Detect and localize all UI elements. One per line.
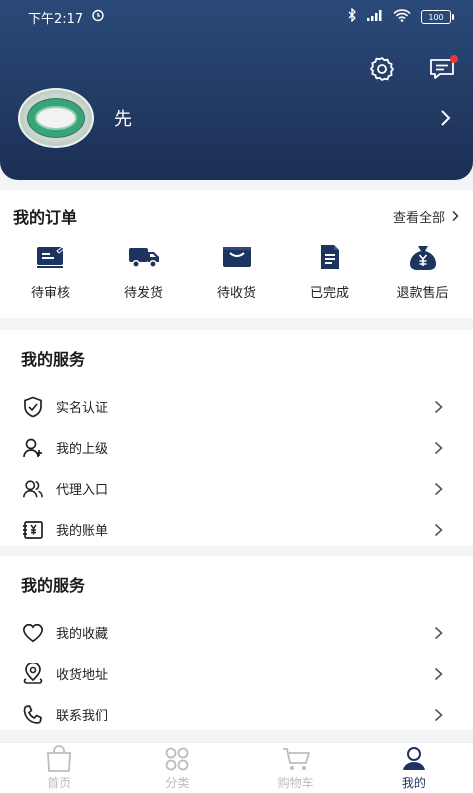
service-item-contact[interactable]: 联系我们 xyxy=(0,694,473,735)
tab-cart[interactable]: 购物车 xyxy=(246,745,346,791)
my-services-card: 我的服务 实名认证 我的上级 代理入口 我的账单 xyxy=(0,330,473,546)
bill-icon xyxy=(22,519,44,541)
my-services-card-2: 我的服务 我的收藏 收货地址 联系我们 xyxy=(0,556,473,730)
view-all-label: 查看全部 xyxy=(392,210,445,226)
service-item-agent[interactable]: 代理入口 xyxy=(0,468,473,509)
notification-dot xyxy=(450,55,458,63)
chevron-right-icon xyxy=(434,667,443,680)
service-item-verification[interactable]: 实名认证 xyxy=(0,386,473,427)
order-pending-review[interactable]: 待审核 xyxy=(8,242,94,301)
profile-icon xyxy=(399,745,429,773)
wifi-icon xyxy=(393,8,411,26)
review-icon xyxy=(34,242,68,272)
service-item-address[interactable]: 收货地址 xyxy=(0,653,473,694)
chevron-right-icon[interactable] xyxy=(435,108,455,128)
bag-icon xyxy=(44,745,74,773)
order-to-ship[interactable]: 待发货 xyxy=(101,242,187,301)
signal-icon xyxy=(367,9,383,25)
tab-category[interactable]: 分类 xyxy=(127,745,227,791)
order-to-receive[interactable]: 待收货 xyxy=(194,242,280,301)
service-item-superior[interactable]: 我的上级 xyxy=(0,427,473,468)
profile-header: 下午2:17 100 先 xyxy=(0,0,473,180)
profile-row[interactable]: 先 xyxy=(18,88,455,148)
tab-home[interactable]: 首页 xyxy=(9,745,109,791)
chevron-right-icon xyxy=(434,482,443,495)
bluetooth-icon xyxy=(348,7,357,26)
user-add-icon xyxy=(22,437,44,459)
money-bag-icon xyxy=(406,242,440,272)
heart-icon xyxy=(22,622,44,644)
chevron-right-icon xyxy=(434,626,443,639)
bottom-tab-bar: 首页 分类 购物车 我的 xyxy=(0,742,473,793)
service-item-bill[interactable]: 我的账单 xyxy=(0,509,473,550)
truck-icon xyxy=(127,242,161,272)
phone-icon xyxy=(22,704,44,726)
location-icon xyxy=(22,662,44,685)
battery-indicator: 100 xyxy=(421,10,454,24)
chevron-right-icon xyxy=(452,210,459,222)
chevron-right-icon xyxy=(434,708,443,721)
status-bar: 下午2:17 100 xyxy=(0,0,473,34)
avatar[interactable] xyxy=(18,88,94,148)
chevron-right-icon xyxy=(434,523,443,536)
orders-title: 我的订单 xyxy=(13,208,78,227)
users-icon xyxy=(22,478,44,500)
settings-gear-icon[interactable] xyxy=(367,54,397,84)
service-item-favorites[interactable]: 我的收藏 xyxy=(0,612,473,653)
view-all-orders-link[interactable]: 查看全部 xyxy=(393,207,461,226)
message-icon[interactable] xyxy=(427,54,458,84)
chevron-right-icon xyxy=(434,441,443,454)
shield-icon xyxy=(22,396,44,418)
cart-icon xyxy=(281,745,311,773)
order-refund[interactable]: 退款售后 xyxy=(380,242,466,301)
alarm-icon xyxy=(91,8,105,26)
tab-mine[interactable]: 我的 xyxy=(364,745,464,791)
services-title: 我的服务 xyxy=(21,576,86,595)
box-icon xyxy=(220,242,254,272)
chevron-right-icon xyxy=(434,400,443,413)
jade-bangle-image xyxy=(28,99,84,137)
status-time: 下午2:17 xyxy=(28,11,84,27)
grid-icon xyxy=(162,745,192,773)
username: 先 xyxy=(114,109,132,130)
services-title: 我的服务 xyxy=(21,350,86,369)
order-completed[interactable]: 已完成 xyxy=(287,242,373,301)
my-orders-card: 我的订单 查看全部 待审核 待发货 待收货 已完成 退款售后 xyxy=(0,190,473,318)
document-icon xyxy=(313,242,347,272)
